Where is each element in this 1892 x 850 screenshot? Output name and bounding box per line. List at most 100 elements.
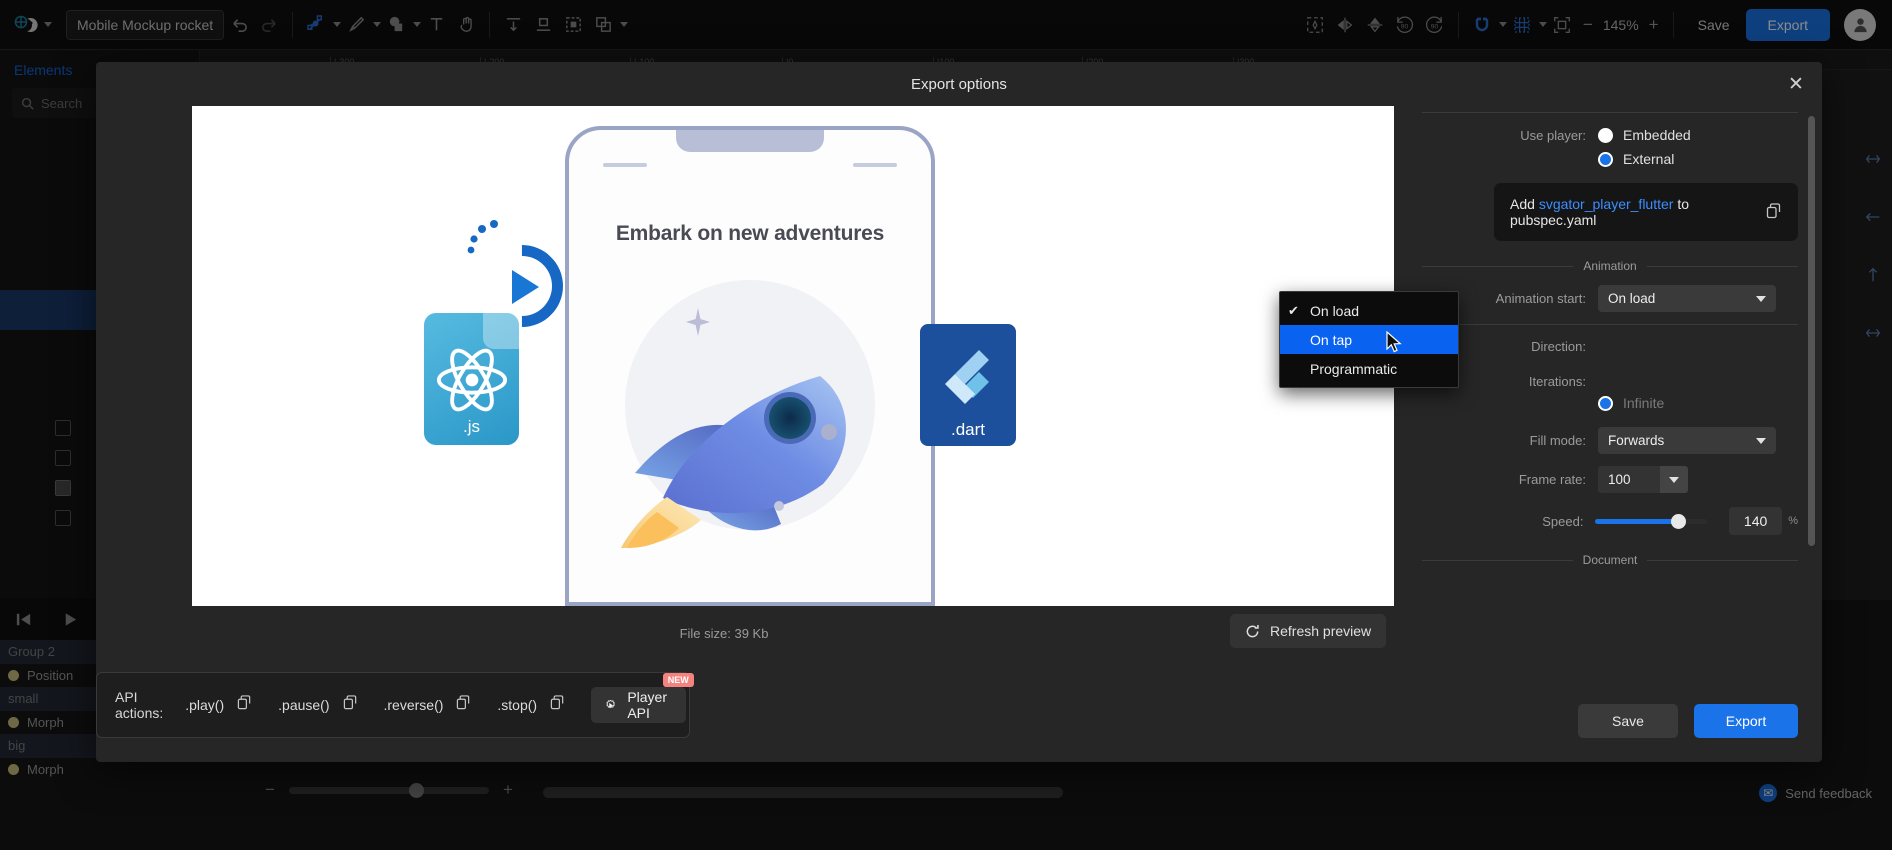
dart-file-icon: .dart bbox=[920, 324, 1016, 446]
copy-icon[interactable] bbox=[343, 695, 358, 715]
phone-status-bar-left bbox=[603, 163, 647, 167]
divider-line bbox=[1647, 559, 1799, 561]
frame-rate-label: Frame rate: bbox=[1518, 472, 1586, 487]
refresh-preview-label: Refresh preview bbox=[1270, 623, 1372, 639]
api-code[interactable]: .reverse() bbox=[384, 697, 444, 713]
dropdown-option-programmatic[interactable]: Programmatic bbox=[1280, 354, 1458, 383]
use-player-label: Use player: bbox=[1520, 127, 1586, 143]
section-animation-label: Animation bbox=[1583, 259, 1637, 273]
dialog-title: Export options bbox=[911, 75, 1007, 93]
divider bbox=[1422, 112, 1798, 113]
section-animation: Animation bbox=[1422, 259, 1798, 273]
new-badge: NEW bbox=[662, 673, 694, 687]
section-document-label: Document bbox=[1582, 553, 1638, 567]
phone-mockup: Embark on new adventures bbox=[565, 126, 935, 606]
play-triangle-icon bbox=[512, 270, 539, 304]
fill-mode-row: Fill mode: Forwards bbox=[1398, 427, 1798, 454]
api-action-pause: .pause() bbox=[278, 695, 357, 715]
react-logo-icon bbox=[436, 348, 508, 412]
api-action-play: .play() bbox=[185, 695, 252, 715]
close-icon[interactable]: ✕ bbox=[1784, 72, 1808, 96]
radio-infinite-label[interactable]: Infinite bbox=[1623, 395, 1664, 411]
loading-dots-icon bbox=[467, 220, 498, 254]
copy-icon[interactable] bbox=[550, 695, 565, 715]
refresh-preview-button[interactable]: Refresh preview bbox=[1230, 614, 1387, 648]
divider-line bbox=[1422, 559, 1573, 561]
radio-external[interactable] bbox=[1598, 151, 1613, 167]
speed-row: Speed: 140 % bbox=[1398, 507, 1798, 535]
api-code[interactable]: .stop() bbox=[497, 697, 537, 713]
mouse-cursor bbox=[1386, 331, 1402, 353]
use-player-row-2: External bbox=[1398, 151, 1798, 167]
section-document: Document bbox=[1422, 553, 1799, 567]
dialog-header: Export options ✕ bbox=[96, 62, 1822, 106]
player-api-label: Player API bbox=[627, 689, 667, 721]
dropdown-option-on-load[interactable]: ✔ On load bbox=[1280, 296, 1458, 325]
speed-label: Speed: bbox=[1542, 513, 1584, 529]
speed-value-input[interactable]: 140 bbox=[1728, 507, 1783, 535]
export-settings-panel: Use player: Embedded External Add svgato… bbox=[1398, 106, 1822, 762]
iterations-infinite-row: Infinite bbox=[1398, 395, 1798, 411]
phone-notch bbox=[676, 130, 824, 152]
frame-rate-dropdown-button[interactable] bbox=[1660, 466, 1688, 493]
radio-infinite[interactable] bbox=[1598, 395, 1613, 411]
animation-preview[interactable]: .js Embark on new adventures .dart bbox=[192, 106, 1394, 606]
api-action-stop: .stop() bbox=[497, 695, 565, 715]
check-icon: ✔ bbox=[1288, 302, 1299, 318]
dropdown-option-label: On tap bbox=[1310, 331, 1353, 348]
dialog-export-button[interactable]: Export bbox=[1694, 704, 1798, 738]
radio-embedded[interactable] bbox=[1598, 127, 1613, 143]
divider-line bbox=[1646, 265, 1798, 267]
chevron-down-icon bbox=[1756, 295, 1766, 302]
api-actions-bar: API actions: .play() .pause() .reverse()… bbox=[96, 672, 694, 738]
speed-unit: % bbox=[1788, 515, 1798, 527]
package-link[interactable]: svgator_player_flutter bbox=[1539, 196, 1674, 212]
dialog-save-button[interactable]: Save bbox=[1578, 704, 1678, 738]
animation-start-select[interactable]: On load bbox=[1598, 285, 1776, 312]
refresh-icon bbox=[1246, 624, 1259, 637]
radio-external-label[interactable]: External bbox=[1623, 151, 1674, 167]
api-actions-label: API actions: bbox=[115, 689, 164, 721]
copy-icon[interactable] bbox=[456, 695, 471, 715]
copy-icon[interactable] bbox=[1766, 202, 1782, 222]
speed-slider-fill bbox=[1595, 518, 1678, 524]
chevron-down-icon bbox=[1669, 476, 1679, 483]
js-file-label: .js bbox=[463, 417, 480, 436]
fill-mode-label: Fill mode: bbox=[1529, 433, 1586, 448]
settings-scrollbar[interactable] bbox=[1808, 116, 1815, 546]
frame-rate-row: Frame rate: 100 bbox=[1398, 466, 1798, 493]
dialog-actions: Save Export bbox=[1578, 704, 1798, 738]
api-code[interactable]: .play() bbox=[185, 697, 224, 713]
speed-slider[interactable] bbox=[1595, 513, 1707, 529]
phone-headline: Embark on new adventures bbox=[615, 222, 885, 245]
player-api-button[interactable]: NEW Player API bbox=[591, 673, 694, 723]
frame-rate-input[interactable]: 100 bbox=[1598, 466, 1660, 493]
divider-line bbox=[1422, 265, 1574, 267]
pill-prefix: Add bbox=[1510, 196, 1539, 212]
dropdown-option-label: Programmatic bbox=[1310, 360, 1398, 377]
api-action-reverse: .reverse() bbox=[384, 695, 472, 715]
copy-icon[interactable] bbox=[237, 695, 252, 715]
rocket-illustration bbox=[621, 376, 846, 548]
gear-play-icon bbox=[606, 699, 615, 708]
animation-start-dropdown-menu: ✔ On load On tap Programmatic bbox=[1279, 291, 1459, 388]
radio-embedded-label[interactable]: Embedded bbox=[1623, 127, 1691, 143]
fill-mode-select[interactable]: Forwards bbox=[1598, 427, 1776, 454]
divider bbox=[1422, 324, 1798, 325]
use-player-row: Use player: Embedded bbox=[1398, 127, 1798, 143]
chevron-down-icon bbox=[1756, 437, 1766, 444]
dropdown-option-on-tap[interactable]: On tap bbox=[1280, 325, 1458, 354]
frame-rate-value: 100 bbox=[1608, 472, 1631, 487]
fill-mode-value: Forwards bbox=[1608, 433, 1665, 448]
dropdown-option-label: On load bbox=[1310, 302, 1360, 319]
api-code[interactable]: .pause() bbox=[278, 697, 329, 713]
app-root: Mobile Mockup rocket 90 90 − 145% + Save… bbox=[0, 0, 1892, 850]
animation-start-value: On load bbox=[1608, 291, 1656, 306]
speed-slider-knob[interactable] bbox=[1671, 513, 1687, 529]
js-file-icon: .js bbox=[424, 313, 519, 445]
file-size-label: File size: 39 Kb bbox=[679, 626, 769, 641]
flutter-logo-icon bbox=[945, 350, 989, 404]
phone-status-bar-right bbox=[853, 163, 897, 167]
export-options-dialog: Export options ✕ .js Embark on new adven… bbox=[96, 62, 1822, 762]
preview-column: .js Embark on new adventures .dart File … bbox=[96, 106, 1398, 762]
